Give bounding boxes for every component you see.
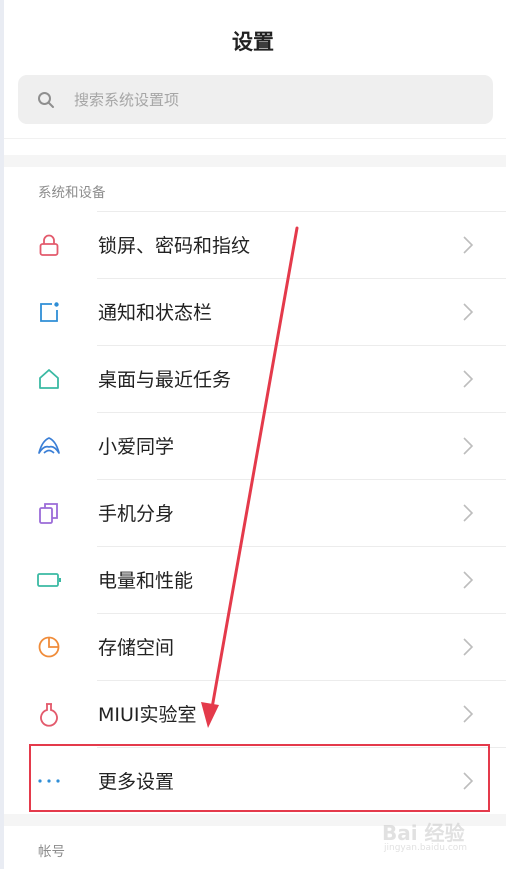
settings-item-label: 桌面与最近任务 — [98, 369, 232, 391]
search-icon — [38, 91, 54, 108]
settings-item-label: 手机分身 — [98, 503, 175, 525]
search-placeholder: 搜索系统设置项 — [74, 91, 180, 109]
chevron-right-icon — [463, 370, 474, 388]
chevron-right-icon — [463, 705, 474, 723]
settings-item-label: 锁屏、密码和指纹 — [98, 235, 251, 257]
lock-icon — [39, 234, 59, 256]
search-bar[interactable]: 搜索系统设置项 — [18, 75, 493, 124]
settings-item-label: 小爱同学 — [98, 436, 175, 458]
section-label-system-devices: 系统和设备 — [38, 185, 106, 201]
chevron-right-icon — [463, 571, 474, 589]
baidu-watermark: Bai 经验 jingyan.baidu.com — [382, 817, 494, 861]
page-title: 设置 — [232, 30, 274, 54]
highlight-box — [29, 744, 490, 812]
section-label-account: 帐号 — [38, 844, 65, 860]
notification-icon — [40, 302, 59, 322]
settings-item-lock-screen[interactable]: 锁屏、密码和指纹 — [0, 211, 506, 278]
settings-item-miui-lab[interactable]: MIUI实验室 — [0, 680, 506, 747]
chevron-right-icon — [463, 504, 474, 522]
settings-item-label: 通知和状态栏 — [98, 302, 213, 324]
row-divider — [97, 345, 506, 346]
watermark-sub-text: jingyan.baidu.com — [384, 843, 468, 853]
chevron-right-icon — [463, 638, 474, 656]
chevron-right-icon — [463, 236, 474, 254]
row-divider — [97, 211, 506, 212]
battery-icon — [37, 573, 61, 587]
row-divider — [97, 613, 506, 614]
settings-item-battery[interactable]: 电量和性能 — [0, 546, 506, 613]
settings-item-xiaoai[interactable]: 小爱同学 — [0, 412, 506, 479]
row-divider — [97, 680, 506, 681]
row-divider — [97, 479, 506, 480]
settings-item-home-screen[interactable]: 桌面与最近任务 — [0, 345, 506, 412]
home-icon — [39, 369, 59, 389]
settings-item-storage[interactable]: 存储空间 — [0, 613, 506, 680]
divider — [4, 138, 506, 139]
storage-icon — [38, 636, 60, 658]
second-space-icon — [39, 503, 58, 524]
settings-item-second-space[interactable]: 手机分身 — [0, 479, 506, 546]
chevron-right-icon — [463, 437, 474, 455]
settings-item-label: 电量和性能 — [98, 570, 194, 592]
settings-list: 锁屏、密码和指纹 通知和状态栏 桌面与最近任务 小爱同学 手机分身 电量和性能 … — [0, 211, 506, 814]
row-divider — [97, 412, 506, 413]
settings-item-notifications[interactable]: 通知和状态栏 — [0, 278, 506, 345]
lab-flask-icon — [40, 703, 58, 727]
chevron-right-icon — [463, 303, 474, 321]
settings-item-label: MIUI实验室 — [98, 704, 197, 726]
settings-item-label: 存储空间 — [98, 637, 175, 659]
section-gap — [4, 155, 506, 167]
row-divider — [97, 546, 506, 547]
watermark-main-text: Bai 经验 — [382, 821, 465, 845]
row-divider — [97, 278, 506, 279]
xiaoai-icon — [38, 437, 60, 454]
